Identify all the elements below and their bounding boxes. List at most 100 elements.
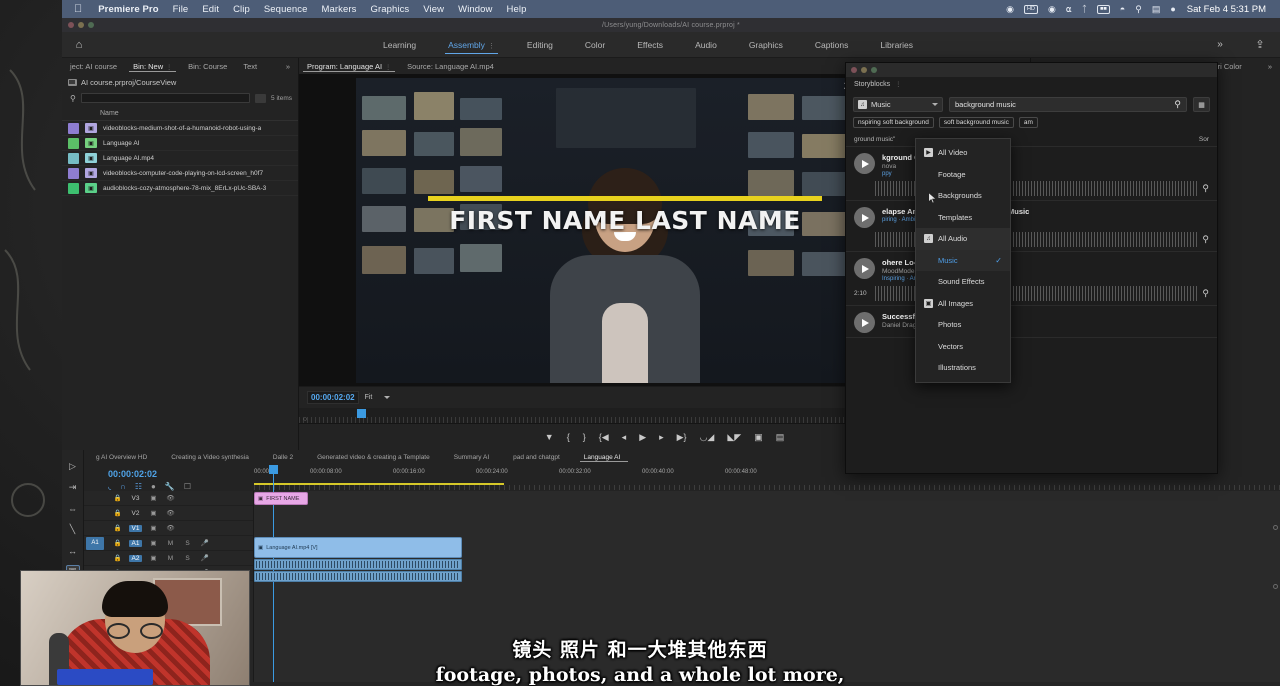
linked-selection-icon[interactable]: ☷ xyxy=(135,482,142,491)
solo-icon[interactable]: S xyxy=(182,540,193,547)
track-header-v3[interactable]: 🔒 V3 ▣ 👁 xyxy=(84,491,253,506)
workspace-tab-captions[interactable]: Captions xyxy=(814,36,850,54)
home-icon[interactable]: ⌂ xyxy=(62,39,96,51)
program-timecode[interactable]: 00:00:02:02 xyxy=(307,391,359,404)
menu-item-markers[interactable]: Markers xyxy=(314,4,363,15)
panel-menu-icon[interactable]: ⋮ xyxy=(895,81,901,88)
wifi-icon[interactable]: ◓ xyxy=(1120,4,1125,14)
menu-item-window[interactable]: Window xyxy=(451,4,499,15)
panel-menu-icon[interactable]: ⋮ xyxy=(166,65,172,71)
headphones-icon[interactable]: ⍺ xyxy=(1066,4,1072,15)
workspace-tab-graphics[interactable]: Graphics xyxy=(748,36,784,54)
razor-tool-icon[interactable]: ╲ xyxy=(66,523,80,536)
button-editor-icon[interactable]: ▤ xyxy=(776,432,785,443)
panel-menu-icon[interactable]: ⋮ xyxy=(488,43,495,50)
workspace-overflow-icon[interactable]: » xyxy=(1200,39,1240,50)
toggle-track-output-icon[interactable]: 👁 xyxy=(165,494,176,502)
mark-out-icon[interactable]: } xyxy=(583,432,586,442)
microphone-icon[interactable]: 🎤 xyxy=(199,554,210,562)
export-frame-icon[interactable]: ▣ xyxy=(754,432,763,443)
lock-icon[interactable]: 🔒 xyxy=(112,554,123,562)
list-item[interactable]: kground Corporate nova ppy ⚲ xyxy=(846,147,1217,201)
toggle-sync-lock-icon[interactable]: ▣ xyxy=(148,554,159,562)
lock-icon[interactable]: 🔒 xyxy=(112,509,123,517)
sb-zoom-button[interactable] xyxy=(871,67,877,73)
sb-minimize-button[interactable] xyxy=(861,67,867,73)
menu-item-all-video[interactable]: ▶ All Video xyxy=(916,142,1010,164)
toggle-sync-lock-icon[interactable]: ▣ xyxy=(148,539,159,547)
bluetooth-icon[interactable]: ᛏ xyxy=(1082,4,1087,14)
list-item[interactable]: ▣ audioblocks-cozy-atmosphere-78-mix_8Er… xyxy=(62,181,298,196)
scroll-handle-bottom[interactable] xyxy=(1273,584,1278,589)
play-icon[interactable] xyxy=(854,258,875,279)
track-label[interactable]: V3 xyxy=(129,495,142,502)
menu-item-templates[interactable]: Templates xyxy=(916,207,1010,229)
go-to-out-icon[interactable]: ▶} xyxy=(677,432,687,443)
timeline-vertical-scrollbar[interactable] xyxy=(1273,525,1278,672)
menu-item-music[interactable]: Music ✓ xyxy=(916,250,1010,272)
list-item[interactable]: ▣ videoblocks-medium-shot-of-a-humanoid-… xyxy=(62,121,298,136)
share-icon[interactable]: ⇪ xyxy=(1240,38,1280,51)
storyblocks-panel-tab[interactable]: Storyblocks ⋮ xyxy=(846,77,1217,92)
screen-record-icon[interactable]: ◉ xyxy=(1006,4,1014,15)
timeline-clip-area[interactable]: ▣ FIRST NAME ▣ Language AI.mp4 [V] xyxy=(254,491,1280,682)
work-area-bar[interactable] xyxy=(254,483,504,485)
lift-icon[interactable]: ◡◢ xyxy=(700,432,715,443)
right-tabs-overflow-icon[interactable]: » xyxy=(1260,62,1280,71)
workspace-tab-learning[interactable]: Learning xyxy=(382,36,417,54)
category-select[interactable]: ♫ Music xyxy=(853,97,943,112)
search-icon[interactable]: ⚲ xyxy=(1135,4,1142,15)
lock-icon[interactable]: 🔒 xyxy=(112,524,123,532)
workspace-tab-libraries[interactable]: Libraries xyxy=(879,36,914,54)
menu-item-sequence[interactable]: Sequence xyxy=(257,4,315,15)
workspace-tab-assembly[interactable]: Assembly⋮ xyxy=(447,36,496,54)
extract-icon[interactable]: ◣◤ xyxy=(727,432,741,443)
project-search-input[interactable] xyxy=(81,93,250,103)
new-bin-icon[interactable] xyxy=(255,94,266,103)
tab-text[interactable]: Text xyxy=(235,62,265,71)
program-playhead[interactable] xyxy=(357,409,366,418)
mute-icon[interactable]: M xyxy=(165,555,176,562)
nest-icon[interactable]: ◟ xyxy=(108,482,111,491)
menu-item-clip[interactable]: Clip xyxy=(226,4,257,15)
menu-item-vectors[interactable]: Vectors xyxy=(916,336,1010,358)
microphone-icon[interactable]: 🎤 xyxy=(199,539,210,547)
list-item[interactable]: elapse Ambient Background Study Music pi… xyxy=(846,201,1217,252)
zoom-level-select[interactable]: Fit xyxy=(365,394,391,401)
search-icon[interactable]: ⚲ xyxy=(1174,99,1181,110)
menu-item-graphics[interactable]: Graphics xyxy=(363,4,416,15)
play-icon[interactable] xyxy=(854,207,875,228)
list-item[interactable]: ▣ Language AI xyxy=(62,136,298,151)
timeline-clip-video[interactable]: ▣ Language AI.mp4 [V] xyxy=(254,537,462,558)
play-icon[interactable]: ▶ xyxy=(639,432,646,443)
timeline-clip-audio[interactable] xyxy=(254,559,462,570)
tab-source-language-ai[interactable]: Source: Language AI.mp4 xyxy=(399,62,502,71)
results-sort-label[interactable]: Sor xyxy=(1199,136,1209,143)
suggestion-chip[interactable]: soft background music xyxy=(939,117,1014,128)
sequence-tab[interactable]: Summary AI xyxy=(442,454,501,461)
tab-project-ai-course[interactable]: ject: AI course xyxy=(62,62,125,71)
search-icon[interactable]: ⚲ xyxy=(70,94,76,103)
menu-item-footage[interactable]: Footage xyxy=(916,164,1010,186)
preview-icon[interactable]: ⚲ xyxy=(1202,183,1209,194)
toggle-sync-lock-icon[interactable]: ▣ xyxy=(148,509,159,517)
timeline-playhead[interactable] xyxy=(273,465,274,491)
track-label[interactable]: V1 xyxy=(129,525,142,532)
slip-tool-icon[interactable]: ↔ xyxy=(66,544,80,557)
panel-menu-icon[interactable]: ⋮ xyxy=(385,65,391,71)
sequence-tab[interactable]: Generated video & creating a Template xyxy=(305,454,442,461)
track-header-v1[interactable]: 🔒 V1 ▣ 👁 xyxy=(84,521,253,536)
sequence-tab[interactable]: g AI Overview HD xyxy=(84,454,159,461)
menu-item-photos[interactable]: Photos xyxy=(916,314,1010,336)
track-header-a2[interactable]: 🔒 A2 ▣ M S 🎤 xyxy=(84,551,253,566)
menu-item-file[interactable]: File xyxy=(166,4,196,15)
step-back-icon[interactable]: ◂ xyxy=(622,432,627,443)
hd-badge-icon[interactable]: HD xyxy=(1024,5,1038,14)
add-marker-icon[interactable]: ▼ xyxy=(545,432,554,442)
solo-icon[interactable]: S xyxy=(182,555,193,562)
track-header-a1[interactable]: A1 🔒 A1 ▣ M S 🎤 xyxy=(84,536,253,551)
mute-icon[interactable]: M xyxy=(165,540,176,547)
mark-in-icon[interactable]: { xyxy=(567,432,570,442)
play-icon[interactable] xyxy=(854,153,875,174)
menubar-clock[interactable]: Sat Feb 4 5:31 PM xyxy=(1187,4,1266,15)
